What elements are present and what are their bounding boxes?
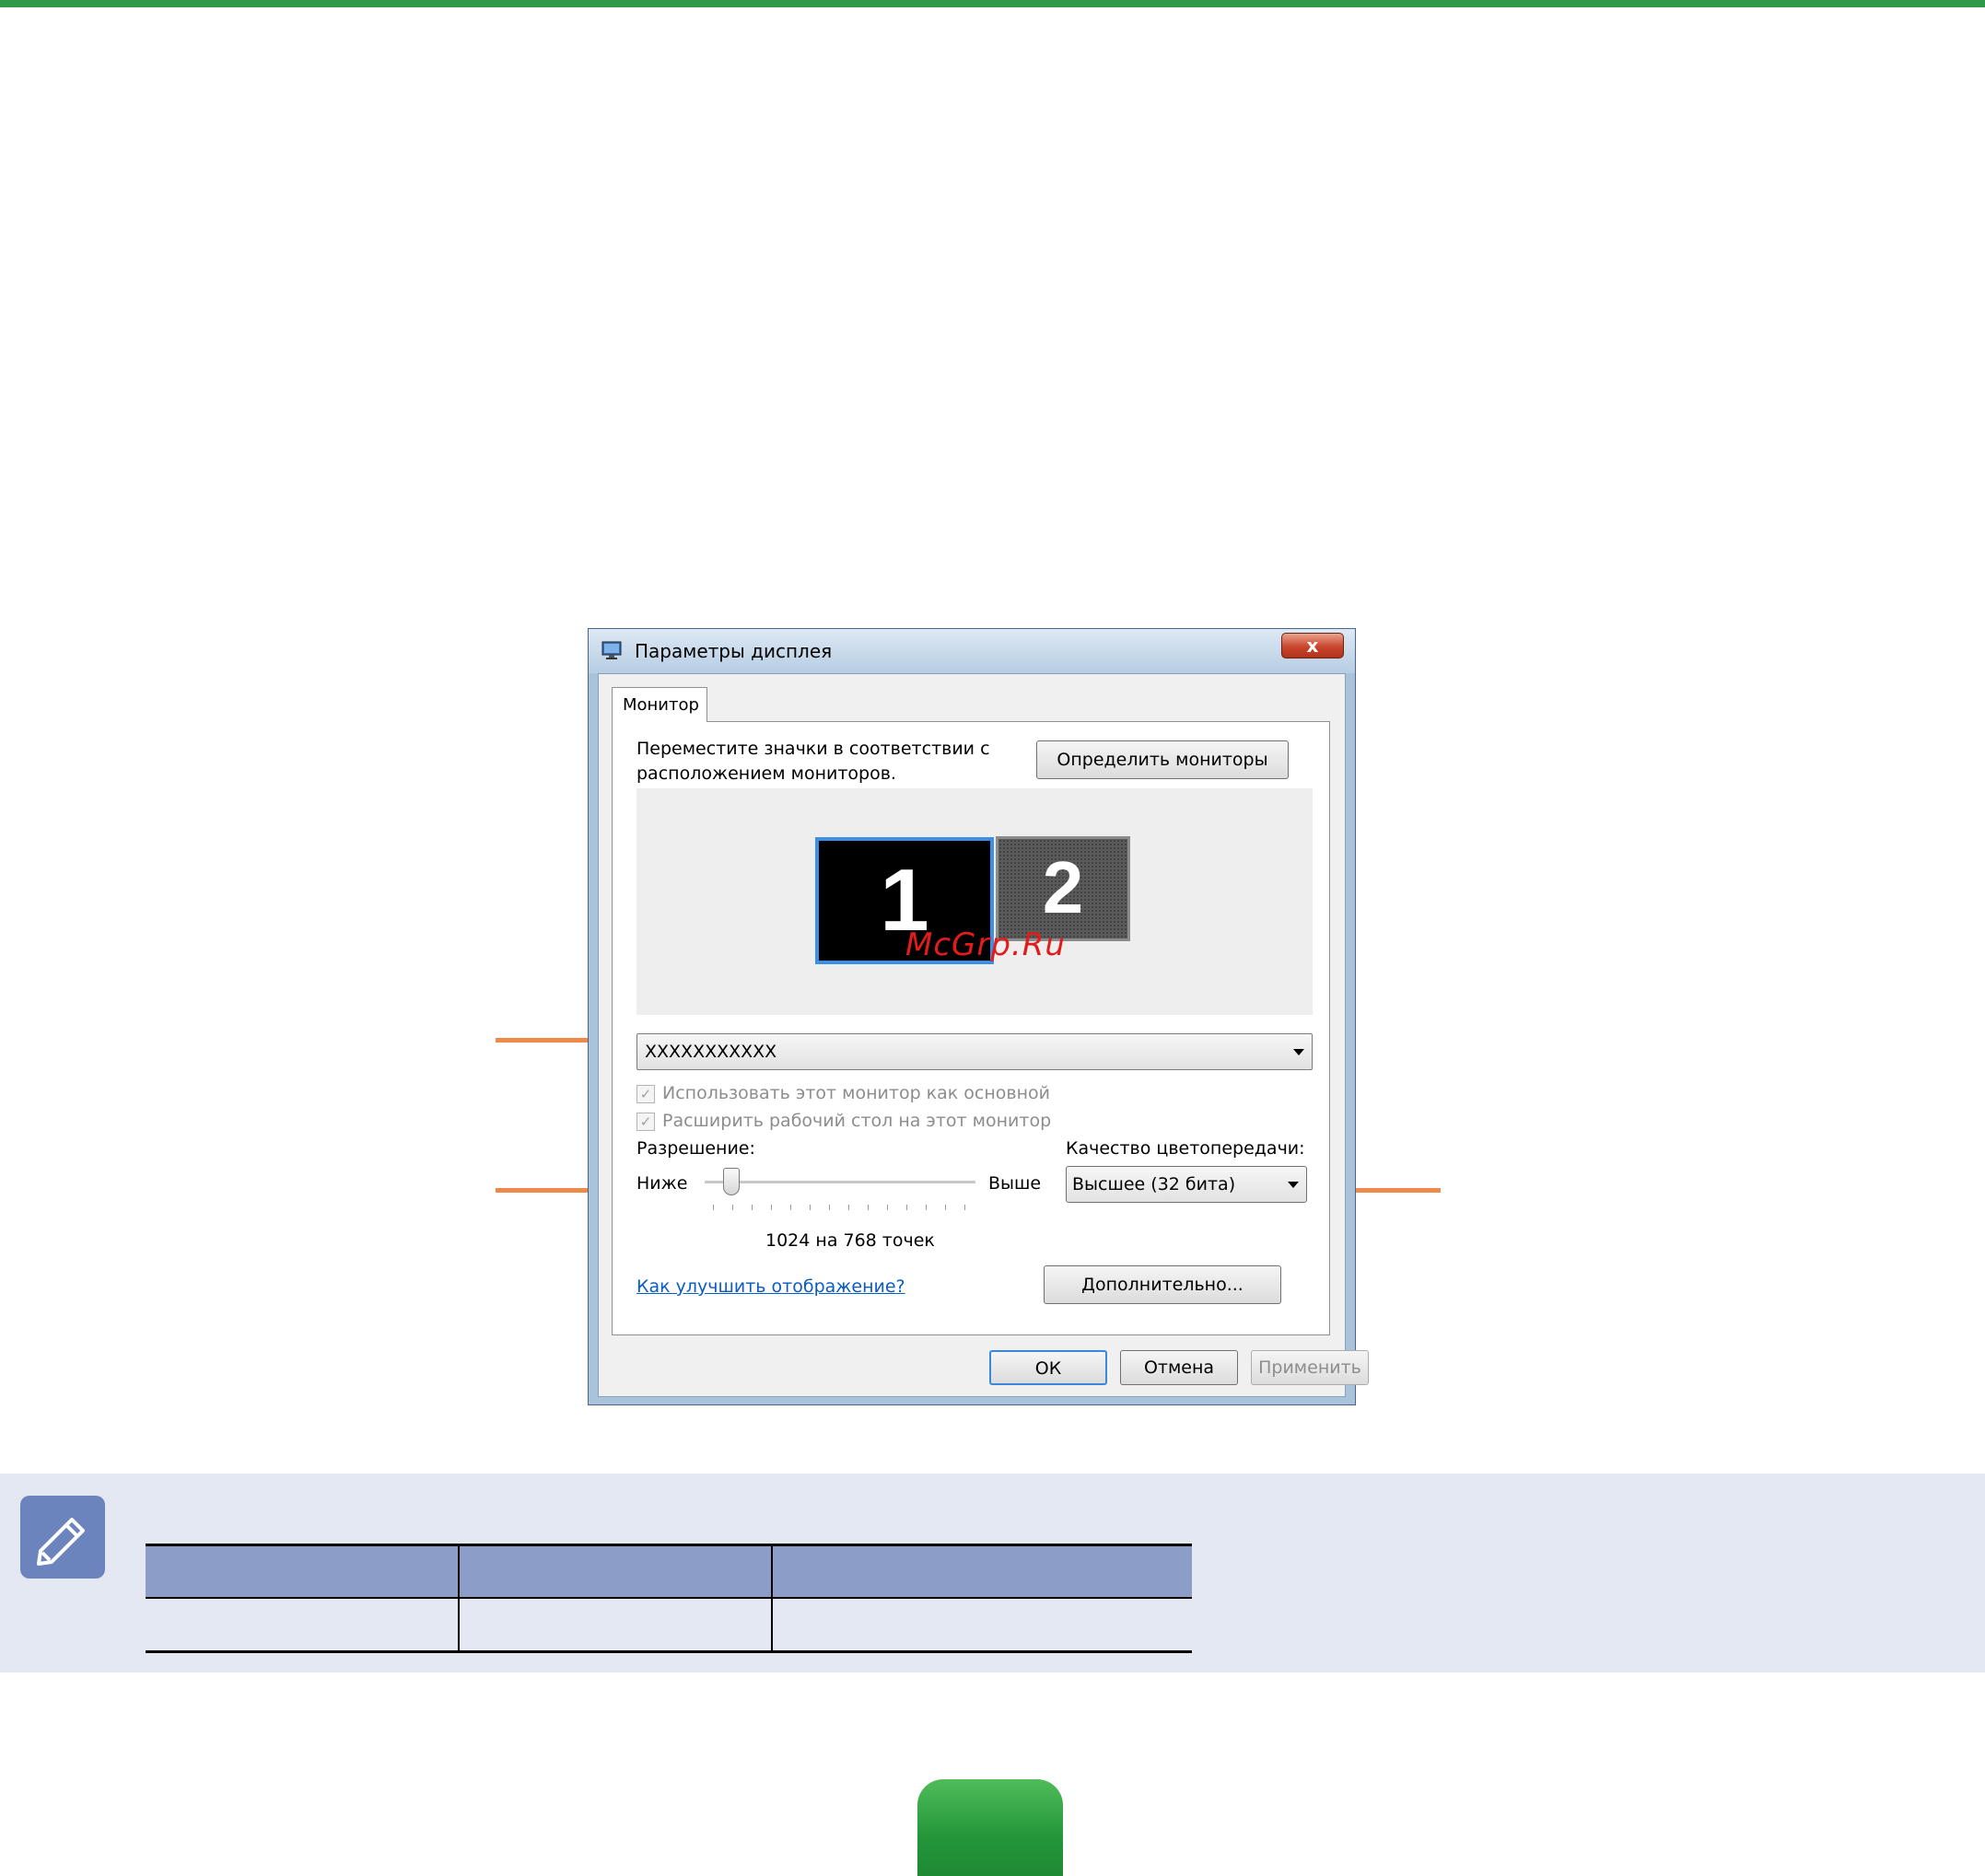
slider-high-label: Выше — [988, 1173, 1042, 1194]
resolution-label: Разрешение: — [636, 1138, 755, 1159]
note-section — [0, 1474, 1985, 1672]
slider-tick — [906, 1205, 907, 1210]
color-quality-select[interactable]: Высшее (32 бита) — [1066, 1166, 1307, 1203]
chevron-down-icon — [1293, 1049, 1304, 1055]
checkbox-extend[interactable]: ✓ — [636, 1113, 655, 1131]
cancel-button[interactable]: Отмена — [1120, 1350, 1238, 1385]
checkbox-extend-label: Расширить рабочий стол на этот монитор — [662, 1111, 1052, 1131]
apply-button[interactable]: Применить — [1251, 1350, 1369, 1385]
slider-tick — [848, 1205, 849, 1210]
display-settings-dialog: Параметры дисплея x Монитор Переместите … — [588, 628, 1369, 1405]
slider-tick — [887, 1205, 888, 1210]
pencil-note-icon — [20, 1496, 105, 1579]
color-quality-value: Высшее (32 бита) — [1072, 1174, 1236, 1194]
chevron-down-icon — [1288, 1182, 1299, 1188]
note-table-header — [146, 1544, 1192, 1597]
display-settings-icon — [601, 641, 622, 659]
slider-tick — [810, 1205, 811, 1210]
top-accent-bar — [0, 0, 1985, 7]
ok-button[interactable]: ОК — [989, 1350, 1107, 1385]
watermark-text: McGrp.Ru — [905, 926, 1066, 963]
dialog-client-area: Монитор Переместите значки в соответстви… — [598, 673, 1369, 1397]
slider-tick — [868, 1205, 869, 1210]
arrange-instruction: Переместите значки в соответствии с расп… — [636, 739, 990, 784]
slider-tick — [964, 1205, 965, 1210]
slider-tick — [945, 1205, 946, 1210]
checkbox-primary-label: Использовать этот монитор как основной — [662, 1083, 1051, 1103]
resolution-slider-thumb[interactable] — [723, 1168, 740, 1195]
slider-tick — [771, 1205, 772, 1210]
slider-low-label: Ниже — [636, 1173, 688, 1194]
slider-tick — [829, 1205, 830, 1210]
resolution-slider-track[interactable] — [705, 1181, 975, 1184]
slider-tick — [790, 1205, 791, 1210]
close-button[interactable]: x — [1281, 633, 1344, 658]
resolution-value: 1024 на 768 точек — [765, 1230, 935, 1251]
advanced-button[interactable]: Дополнительно... — [1044, 1265, 1281, 1304]
dialog-title: Параметры дисплея — [635, 640, 833, 662]
note-table-row-divider — [146, 1597, 1192, 1599]
slider-tick — [926, 1205, 927, 1210]
checkbox-primary[interactable]: ✓ — [636, 1085, 655, 1103]
slider-tick — [732, 1205, 733, 1210]
monitor-select[interactable]: XXXXXXXXXXX — [636, 1033, 1313, 1070]
close-icon: x — [1306, 635, 1319, 657]
monitor-select-value: XXXXXXXXXXX — [645, 1042, 777, 1062]
dialog-titlebar[interactable]: Параметры дисплея x — [589, 629, 1355, 673]
monitor-2-number: 2 — [1042, 846, 1084, 928]
monitor-arrangement-area: 2 1 McGrp.Ru — [636, 788, 1313, 1015]
help-link[interactable]: Как улучшить отображение? — [636, 1276, 905, 1297]
slider-tick — [713, 1205, 714, 1210]
color-quality-label: Качество цветопередачи: — [1066, 1138, 1305, 1159]
slider-tick — [752, 1205, 753, 1210]
monitor-2-tile[interactable]: 2 — [996, 836, 1130, 941]
note-table-column-divider — [771, 1544, 773, 1652]
note-table-column-divider — [458, 1544, 460, 1652]
page-number-tab — [917, 1779, 1063, 1876]
tab-monitor[interactable]: Монитор — [612, 687, 707, 722]
tab-panel-monitor: Переместите значки в соответствии с расп… — [612, 721, 1330, 1335]
identify-monitors-button[interactable]: Определить мониторы — [1036, 740, 1289, 779]
note-table-bottom-border — [146, 1650, 1192, 1653]
